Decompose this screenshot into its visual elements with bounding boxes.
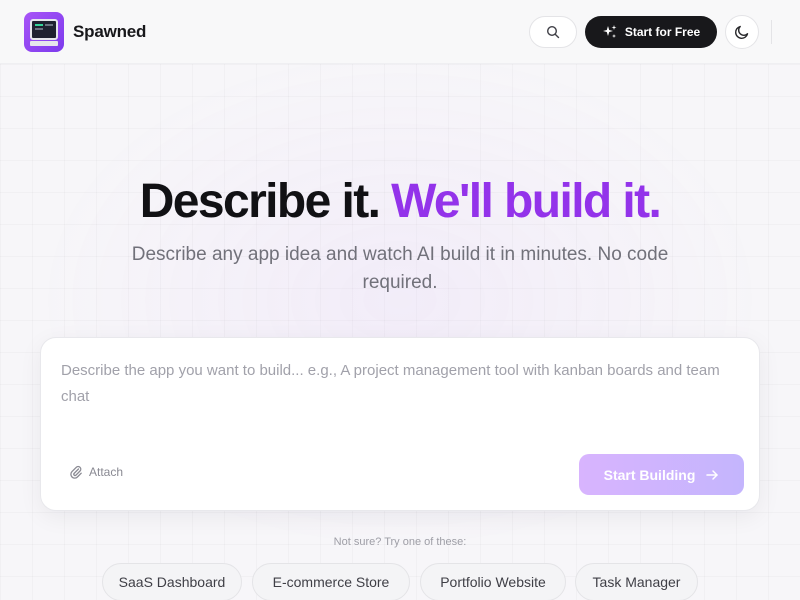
header-divider — [771, 20, 772, 44]
hero-subtitle: Describe any app idea and watch AI build… — [131, 244, 669, 293]
start-for-free-label: Start for Free — [624, 25, 701, 39]
attach-label: Attach — [89, 465, 124, 479]
start-building-button[interactable]: Start Building — [579, 454, 744, 495]
app-description-input[interactable]: Describe the app you want to build... e.… — [61, 358, 741, 418]
top-navbar: Spawned Start for Free — [0, 0, 800, 64]
arrow-right-icon — [706, 469, 719, 480]
hero-title-main: Describe it. — [139, 175, 381, 228]
theme-toggle-button[interactable] — [725, 15, 759, 49]
attach-button[interactable]: Attach — [69, 465, 123, 479]
suggestion-chip[interactable]: Task Manager — [575, 563, 698, 600]
moon-icon — [734, 25, 749, 40]
search-button[interactable] — [529, 16, 577, 48]
suggestions-label: Not sure? Try one of these: — [333, 536, 467, 548]
hero-title: Describe it. We'll build it. — [0, 172, 800, 232]
search-icon — [546, 25, 560, 39]
suggestion-chip[interactable]: E-commerce Store — [252, 563, 410, 600]
suggestion-chip[interactable]: Portfolio Website — [420, 563, 566, 600]
paperclip-icon — [70, 465, 82, 479]
suggestion-chip[interactable]: SaaS Dashboard — [102, 563, 242, 600]
start-for-free-button[interactable]: Start for Free — [585, 16, 717, 48]
terminal-monitor-icon — [24, 12, 64, 52]
brand-link[interactable]: Spawned — [24, 12, 146, 52]
prompt-card: Describe the app you want to build... e.… — [40, 337, 760, 511]
start-building-label: Start Building — [603, 466, 696, 483]
sparkles-icon — [602, 25, 617, 38]
brand-name: Spawned — [73, 22, 147, 41]
hero-title-accent: We'll build it. — [391, 175, 662, 228]
